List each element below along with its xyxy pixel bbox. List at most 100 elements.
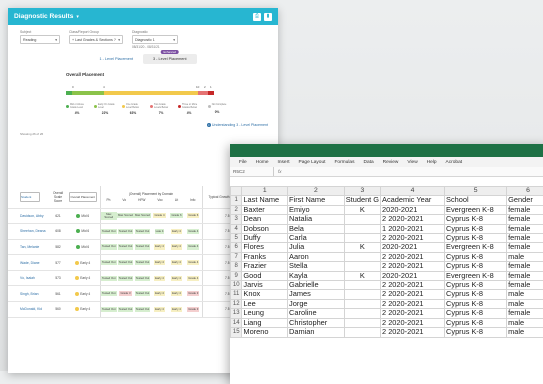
column-header[interactable]: 2: [288, 187, 345, 196]
row-header[interactable]: 4: [231, 224, 242, 233]
spreadsheet-cell[interactable]: Flores: [242, 243, 288, 252]
spreadsheet-cell[interactable]: James: [288, 290, 345, 299]
spreadsheet-cell[interactable]: female: [507, 224, 543, 233]
spreadsheet-cell[interactable]: [344, 328, 380, 337]
spreadsheet-cell[interactable]: Christopher: [288, 318, 345, 327]
spreadsheet-cell[interactable]: Cyprus K-8: [445, 299, 507, 308]
menu-item-page-layout[interactable]: Page Layout: [299, 160, 326, 165]
spreadsheet-cell[interactable]: Cyprus K-8: [445, 252, 507, 261]
student-name-link[interactable]: Singh, Brian: [8, 286, 50, 302]
student-name-link[interactable]: Sheehan, Deana: [8, 224, 50, 240]
column-header[interactable]: 3: [344, 187, 380, 196]
spreadsheet-cell[interactable]: female: [507, 281, 543, 290]
spreadsheet-cell[interactable]: male: [507, 299, 543, 308]
spreadsheet-cell[interactable]: Cyprus K-8: [445, 309, 507, 318]
spreadsheet-cell[interactable]: Baxter: [242, 205, 288, 214]
menu-item-insert[interactable]: Insert: [278, 160, 290, 165]
col-header-score[interactable]: Overall Scale Score: [50, 186, 66, 208]
menu-item-acrobat[interactable]: Acrobat: [446, 160, 463, 165]
spreadsheet-cell[interactable]: K: [344, 205, 380, 214]
spreadsheet-cell[interactable]: 2 2020-2021: [381, 281, 445, 290]
print-button[interactable]: ⎙: [253, 13, 261, 21]
subject-select[interactable]: Reading▾: [20, 35, 60, 44]
page-title[interactable]: Diagnostic Results: [14, 13, 73, 20]
spreadsheet-cell[interactable]: Evergreen K-8: [445, 271, 507, 280]
spreadsheet-cell[interactable]: male: [507, 328, 543, 337]
spreadsheet-cell[interactable]: Jorge: [288, 299, 345, 308]
fx-icon[interactable]: fx: [274, 169, 282, 174]
select-all-corner[interactable]: [231, 187, 242, 196]
spreadsheet-cell[interactable]: 2020-2021: [381, 205, 445, 214]
spreadsheet-cell[interactable]: female: [507, 309, 543, 318]
spreadsheet-cell[interactable]: 2020-2021: [381, 271, 445, 280]
spreadsheet-cell[interactable]: female: [507, 205, 543, 214]
domain-column-header[interactable]: Ph: [107, 198, 111, 202]
spreadsheet-cell[interactable]: Gabrielle: [288, 281, 345, 290]
placement-select[interactable]: Overall Placement: [69, 192, 97, 202]
spreadsheet-cell[interactable]: Franks: [242, 252, 288, 261]
spreadsheet-cell[interactable]: Emiyo: [288, 205, 345, 214]
student-name-link[interactable]: McDonald, Kid: [8, 302, 50, 318]
domain-column-header[interactable]: HFW: [138, 198, 145, 202]
spreadsheet-cell[interactable]: female: [507, 243, 543, 252]
spreadsheet-cell[interactable]: Cyprus K-8: [445, 224, 507, 233]
row-header[interactable]: 13: [231, 309, 242, 318]
spreadsheet-cell[interactable]: 2 2020-2021: [381, 328, 445, 337]
row-header[interactable]: 14: [231, 318, 242, 327]
spreadsheet-cell[interactable]: Student G: [344, 196, 380, 205]
domain-column-header[interactable]: Info: [190, 198, 195, 202]
spreadsheet-cell[interactable]: Bela: [288, 224, 345, 233]
spreadsheet-cell[interactable]: Cyprus K-8: [445, 262, 507, 271]
spreadsheet-cell[interactable]: Academic Year: [381, 196, 445, 205]
spreadsheet-cell[interactable]: [344, 281, 380, 290]
row-header[interactable]: 11: [231, 290, 242, 299]
spreadsheet-cell[interactable]: Last Name: [242, 196, 288, 205]
spreadsheet-cell[interactable]: Moreno: [242, 328, 288, 337]
tab-1-level[interactable]: 1 - Level Placement: [89, 54, 143, 64]
spreadsheet-cell[interactable]: Caroline: [288, 309, 345, 318]
spreadsheet-cell[interactable]: Knox: [242, 290, 288, 299]
spreadsheet-cell[interactable]: 2 2020-2021: [381, 309, 445, 318]
spreadsheet-cell[interactable]: Cyprus K-8: [445, 290, 507, 299]
spreadsheet-cell[interactable]: [344, 262, 380, 271]
menu-item-data[interactable]: Data: [363, 160, 373, 165]
spreadsheet-cell[interactable]: 2 2020-2021: [381, 318, 445, 327]
spreadsheet-cell[interactable]: Dean: [242, 215, 288, 224]
student-search-input[interactable]: Student: [20, 192, 40, 202]
domain-column-header[interactable]: Vo: [122, 198, 126, 202]
row-header[interactable]: 2: [231, 205, 242, 214]
menu-item-file[interactable]: File: [239, 160, 247, 165]
spreadsheet-cell[interactable]: Evergreen K-8: [445, 205, 507, 214]
row-header[interactable]: 9: [231, 271, 242, 280]
spreadsheet-cell[interactable]: [344, 252, 380, 261]
understanding-link[interactable]: iUnderstanding 3 - Level Placement: [8, 123, 278, 127]
spreadsheet-cell[interactable]: [344, 215, 380, 224]
spreadsheet-cell[interactable]: 2 2020-2021: [381, 299, 445, 308]
row-header[interactable]: 12: [231, 299, 242, 308]
col-header-placement[interactable]: Overall Placement: [66, 186, 100, 208]
row-header[interactable]: 15: [231, 328, 242, 337]
row-header[interactable]: 3: [231, 215, 242, 224]
spreadsheet-cell[interactable]: Evergreen K-8: [445, 243, 507, 252]
student-name-link[interactable]: Tan, Melanie: [8, 239, 50, 255]
menu-item-review[interactable]: Review: [383, 160, 399, 165]
spreadsheet-cell[interactable]: [344, 299, 380, 308]
spreadsheet-cell[interactable]: female: [507, 262, 543, 271]
menu-item-home[interactable]: Home: [256, 160, 269, 165]
student-name-link[interactable]: Wade, Diane: [8, 255, 50, 271]
spreadsheet-cell[interactable]: 1 2020-2021: [381, 224, 445, 233]
spreadsheet-cell[interactable]: Jarvis: [242, 281, 288, 290]
menu-item-formulas[interactable]: Formulas: [334, 160, 354, 165]
domain-column-header[interactable]: Lit: [175, 198, 178, 202]
spreadsheet-cell[interactable]: Cyprus K-8: [445, 318, 507, 327]
spreadsheet-cell[interactable]: [344, 309, 380, 318]
title-dropdown-icon[interactable]: ▾: [76, 14, 79, 20]
menu-item-view[interactable]: View: [407, 160, 417, 165]
row-header[interactable]: 10: [231, 281, 242, 290]
spreadsheet-cell[interactable]: Lee: [242, 299, 288, 308]
column-header[interactable]: 5: [445, 187, 507, 196]
spreadsheet-cell[interactable]: First Name: [288, 196, 345, 205]
spreadsheet-cell[interactable]: Cyprus K-8: [445, 215, 507, 224]
spreadsheet-cell[interactable]: Cyprus K-8: [445, 234, 507, 243]
column-header[interactable]: 1: [242, 187, 288, 196]
